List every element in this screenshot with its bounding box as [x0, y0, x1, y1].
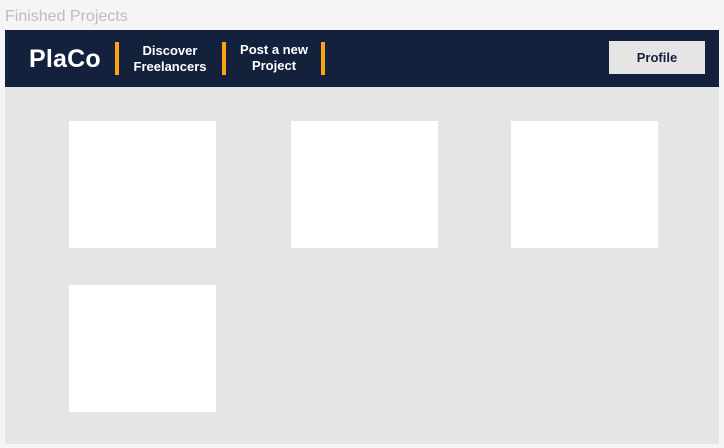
project-card[interactable] [511, 121, 658, 248]
nav-link-post-project[interactable]: Post a new Project [233, 42, 315, 74]
nav-link-discover-freelancers[interactable]: Discover Freelancers [127, 43, 213, 75]
frame-title: Finished Projects [5, 8, 128, 25]
nav-link-line: Discover [142, 43, 198, 58]
nav-divider [115, 42, 119, 75]
nav-divider [321, 42, 325, 75]
navbar: PlaCo Discover Freelancers Post a new Pr… [5, 30, 719, 87]
nav-link-line: Project [251, 58, 297, 73]
nav-link-line: Post a new [240, 42, 308, 57]
project-card[interactable] [291, 121, 438, 248]
project-card[interactable] [69, 285, 216, 412]
nav-link-line: Freelancers [133, 59, 207, 74]
nav-divider [222, 42, 226, 75]
logo[interactable]: PlaCo [29, 44, 101, 74]
app-frame: PlaCo Discover Freelancers Post a new Pr… [5, 30, 719, 444]
project-card[interactable] [69, 121, 216, 248]
profile-button[interactable]: Profile [609, 41, 705, 74]
